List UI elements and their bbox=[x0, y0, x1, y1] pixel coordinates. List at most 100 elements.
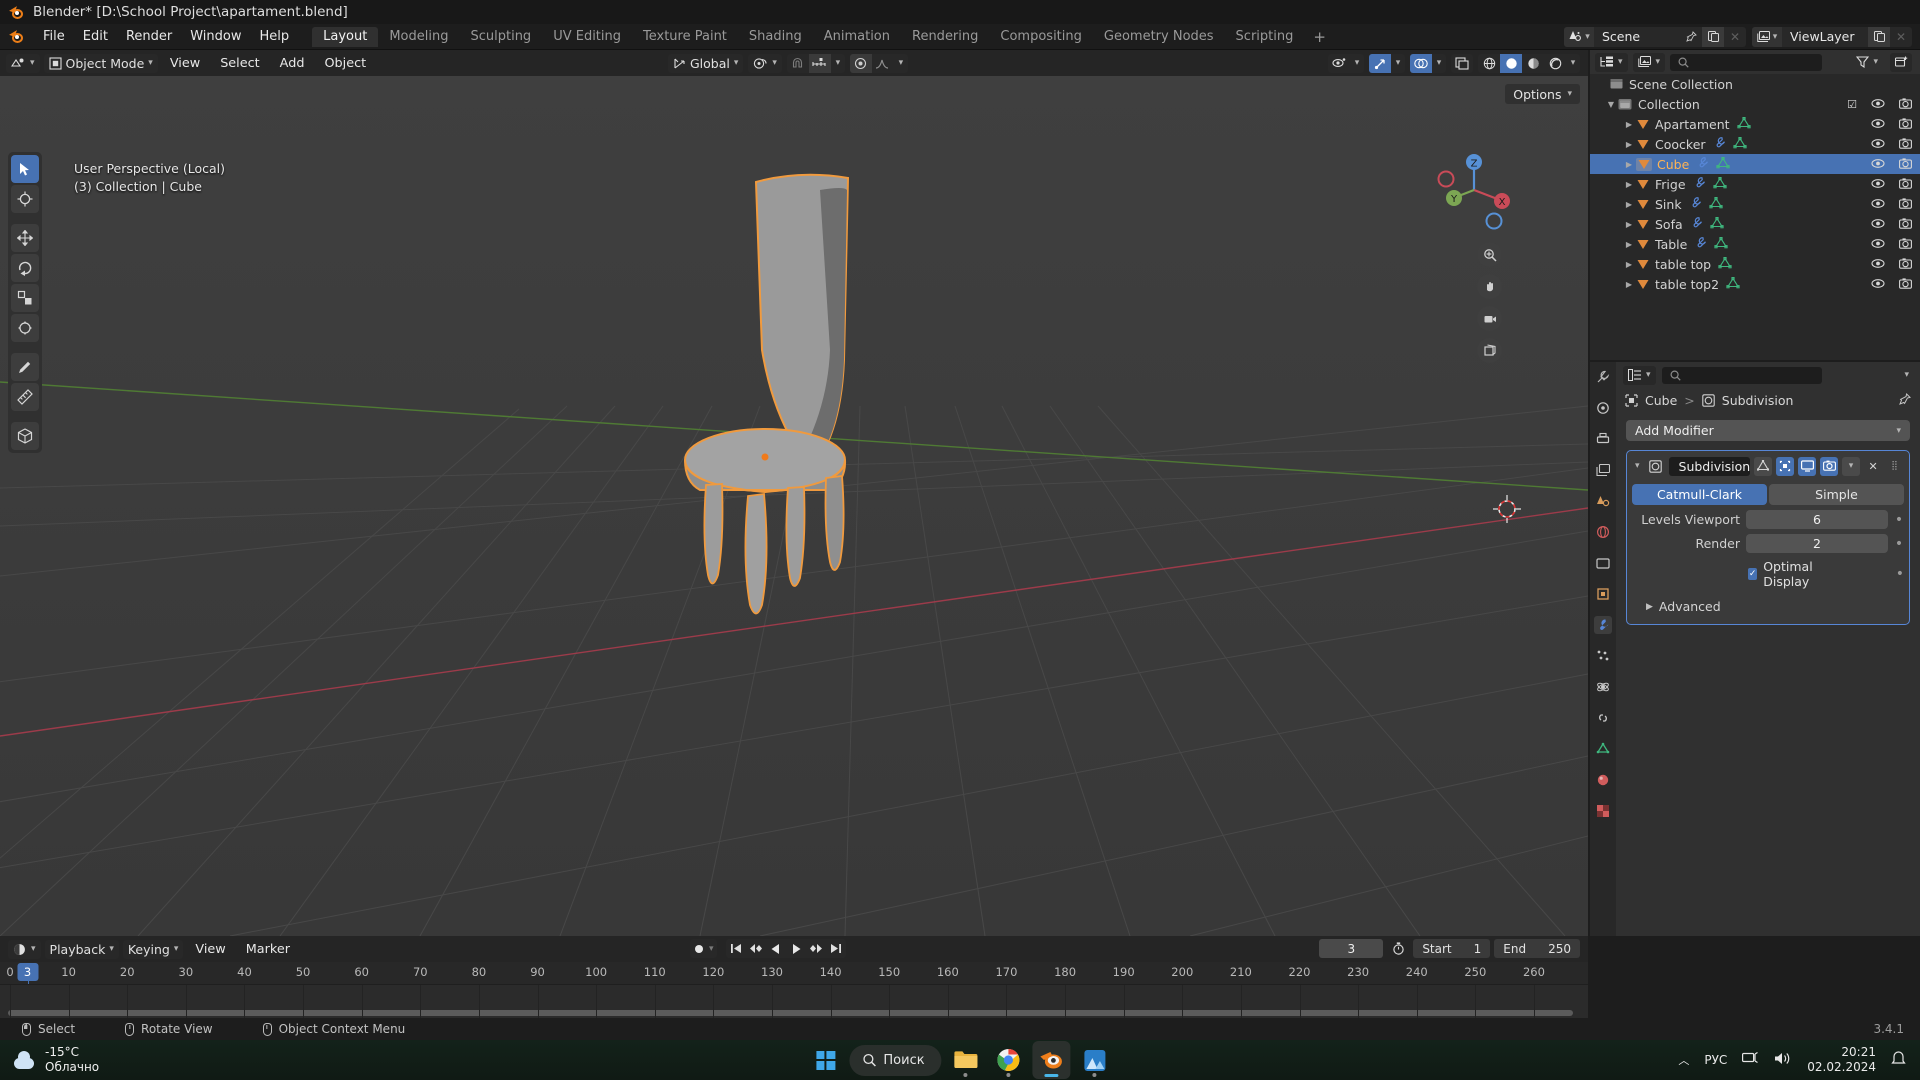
render-visibility-icon[interactable] bbox=[1899, 117, 1912, 132]
tool-tweak[interactable] bbox=[11, 155, 39, 183]
chevron-up-icon[interactable]: ︿ bbox=[1678, 1052, 1689, 1068]
tool-cursor[interactable] bbox=[11, 185, 39, 213]
editor-type-icon[interactable]: ▾ bbox=[6, 53, 40, 73]
render-tab-icon[interactable] bbox=[1594, 399, 1612, 417]
mesh-data-icon[interactable] bbox=[1710, 216, 1724, 232]
jump-to-end-button[interactable] bbox=[825, 939, 846, 958]
modifier-icon[interactable] bbox=[1696, 156, 1709, 172]
outliner-filter-button[interactable]: ▾ bbox=[1851, 53, 1883, 72]
realtime-display-toggle-icon[interactable] bbox=[1798, 456, 1817, 476]
mesh-data-icon[interactable] bbox=[1714, 236, 1728, 252]
mesh-data-icon[interactable] bbox=[1732, 136, 1747, 152]
modifier-delete-icon[interactable]: ✕ bbox=[1864, 457, 1882, 476]
wireframe-icon[interactable] bbox=[1478, 54, 1500, 73]
snap-magnet-icon[interactable] bbox=[787, 54, 809, 73]
render-levels-value[interactable]: 2 bbox=[1746, 534, 1888, 553]
auto-keying-toggle[interactable]: ▾ bbox=[690, 939, 717, 958]
chevron-right-icon[interactable]: ▶ bbox=[1622, 140, 1636, 149]
workspace-tab-texture-paint[interactable]: Texture Paint bbox=[632, 27, 738, 47]
checkbox-icon[interactable]: ✓ bbox=[1748, 568, 1758, 580]
eye-icon[interactable] bbox=[1871, 277, 1885, 292]
bell-icon[interactable] bbox=[1891, 1050, 1906, 1070]
solid-icon[interactable] bbox=[1500, 53, 1522, 73]
breadcrumb-modifier[interactable]: Subdivision bbox=[1722, 393, 1794, 408]
mesh-data-icon[interactable] bbox=[1716, 156, 1730, 172]
outliner-row-object[interactable]: ▶ Sink bbox=[1590, 194, 1920, 214]
animate-property-icon[interactable]: • bbox=[1894, 512, 1904, 528]
pin-icon[interactable] bbox=[1899, 392, 1911, 408]
add-modifier-button[interactable]: Add Modifier ▾ bbox=[1626, 420, 1910, 441]
output-tab-icon[interactable] bbox=[1594, 430, 1612, 448]
viewport-menu-object[interactable]: Object bbox=[316, 54, 374, 73]
constraints-tab-icon[interactable] bbox=[1594, 709, 1612, 727]
menu-help[interactable]: Help bbox=[251, 27, 299, 47]
material-tab-icon[interactable] bbox=[1594, 771, 1612, 789]
workspace-tab-shading[interactable]: Shading bbox=[738, 27, 813, 47]
navigation-gizmo[interactable]: Z X Y bbox=[1434, 150, 1514, 230]
weather-widget[interactable]: -15°C Облачно bbox=[0, 1045, 99, 1075]
particles-tab-icon[interactable] bbox=[1594, 647, 1612, 665]
proportional-edit-icon[interactable] bbox=[849, 53, 872, 73]
rendered-icon[interactable] bbox=[1544, 54, 1566, 73]
tool-scale[interactable] bbox=[11, 284, 39, 312]
outliner-row-object[interactable]: ▶ Apartament bbox=[1590, 114, 1920, 134]
zoom-icon[interactable] bbox=[1477, 242, 1502, 267]
viewport-menu-view[interactable]: View bbox=[162, 54, 208, 73]
3d-viewport[interactable]: ▾ Object Mode ▾ View Select Add Object G… bbox=[0, 50, 1588, 936]
chevron-down-icon[interactable]: ▾ bbox=[1350, 54, 1364, 73]
workspace-tab-geometry-nodes[interactable]: Geometry Nodes bbox=[1093, 27, 1225, 47]
eye-icon[interactable] bbox=[1871, 237, 1885, 252]
view-layer-selector[interactable]: ▾ ViewLayer ✕ bbox=[1752, 26, 1912, 47]
outliner-filter-display[interactable]: ▾ bbox=[1632, 52, 1666, 72]
mesh-data-icon[interactable] bbox=[1712, 176, 1727, 192]
physics-tab-icon[interactable] bbox=[1594, 678, 1612, 696]
chevron-down-icon[interactable]: ▾ bbox=[894, 54, 908, 73]
eye-icon[interactable] bbox=[1871, 157, 1885, 172]
modifier-icon[interactable] bbox=[1713, 136, 1726, 152]
pan-hand-icon[interactable] bbox=[1477, 274, 1502, 299]
menu-edit[interactable]: Edit bbox=[74, 27, 117, 47]
view-layer-tab-icon[interactable] bbox=[1594, 461, 1612, 479]
volume-icon[interactable] bbox=[1774, 1051, 1792, 1069]
scene-selector[interactable]: ▾ Scene ✕ bbox=[1564, 26, 1746, 47]
workspace-tab-scripting[interactable]: Scripting bbox=[1225, 27, 1305, 47]
workspace-tab-modeling[interactable]: Modeling bbox=[378, 27, 459, 47]
outliner-display-icon[interactable]: ▾ bbox=[1595, 52, 1628, 72]
animate-property-icon[interactable]: • bbox=[1894, 536, 1904, 552]
chevron-down-icon[interactable]: ▾ bbox=[1432, 54, 1446, 73]
properties-search-input[interactable] bbox=[1661, 366, 1822, 384]
network-icon[interactable] bbox=[1742, 1051, 1759, 1069]
duplicate-icon[interactable] bbox=[1702, 26, 1724, 47]
gizmo-dropdown[interactable]: ▾ bbox=[1369, 53, 1405, 73]
add-workspace-button[interactable]: + bbox=[1304, 28, 1335, 46]
pivot-point-selector[interactable]: ▾ bbox=[748, 53, 782, 73]
overlays-dropdown[interactable]: ▾ bbox=[1410, 53, 1446, 73]
close-icon[interactable]: ✕ bbox=[1724, 27, 1746, 47]
eye-icon[interactable] bbox=[1871, 137, 1885, 152]
texture-tab-icon[interactable] bbox=[1594, 802, 1612, 820]
chevron-right-icon[interactable]: ▶ bbox=[1622, 180, 1636, 189]
proportional-edit-controls[interactable]: ▾ bbox=[849, 53, 908, 73]
workspace-tab-uv-editing[interactable]: UV Editing bbox=[542, 27, 632, 47]
edit-mode-toggle-icon[interactable] bbox=[1776, 456, 1795, 476]
previous-keyframe-button[interactable] bbox=[745, 939, 766, 958]
timeline-menu-view[interactable]: View bbox=[187, 940, 233, 959]
properties-editor-icon[interactable]: ▾ bbox=[1623, 365, 1656, 385]
render-visibility-icon[interactable] bbox=[1899, 197, 1912, 212]
outliner-row-object[interactable]: ▶ Sofa bbox=[1590, 214, 1920, 234]
start-frame-field[interactable]: Start 1 bbox=[1413, 939, 1491, 958]
visibility-icon[interactable] bbox=[1328, 54, 1350, 73]
properties-editor[interactable]: ▾ ▾ Cube > Subdivision Add Modifier ▾ ▾ … bbox=[1590, 362, 1920, 936]
viewport-options-button[interactable]: Options ▾ bbox=[1505, 84, 1580, 104]
outliner-row-object[interactable]: ▶ Coocker bbox=[1590, 134, 1920, 154]
duplicate-icon[interactable] bbox=[1868, 26, 1890, 47]
chevron-right-icon[interactable]: ▶ bbox=[1622, 200, 1636, 209]
render-visibility-icon[interactable] bbox=[1899, 157, 1912, 172]
workspace-tab-rendering[interactable]: Rendering bbox=[901, 27, 989, 47]
outliner-row-collection[interactable]: ▼ Collection ☑ bbox=[1590, 94, 1920, 114]
tool-annotate[interactable] bbox=[11, 353, 39, 381]
chevron-down-icon[interactable]: ▾ bbox=[1566, 54, 1580, 73]
chevron-right-icon[interactable]: ▶ bbox=[1622, 120, 1636, 129]
workspace-tab-sculpting[interactable]: Sculpting bbox=[459, 27, 542, 47]
snap-controls[interactable]: ▾ bbox=[786, 53, 845, 73]
